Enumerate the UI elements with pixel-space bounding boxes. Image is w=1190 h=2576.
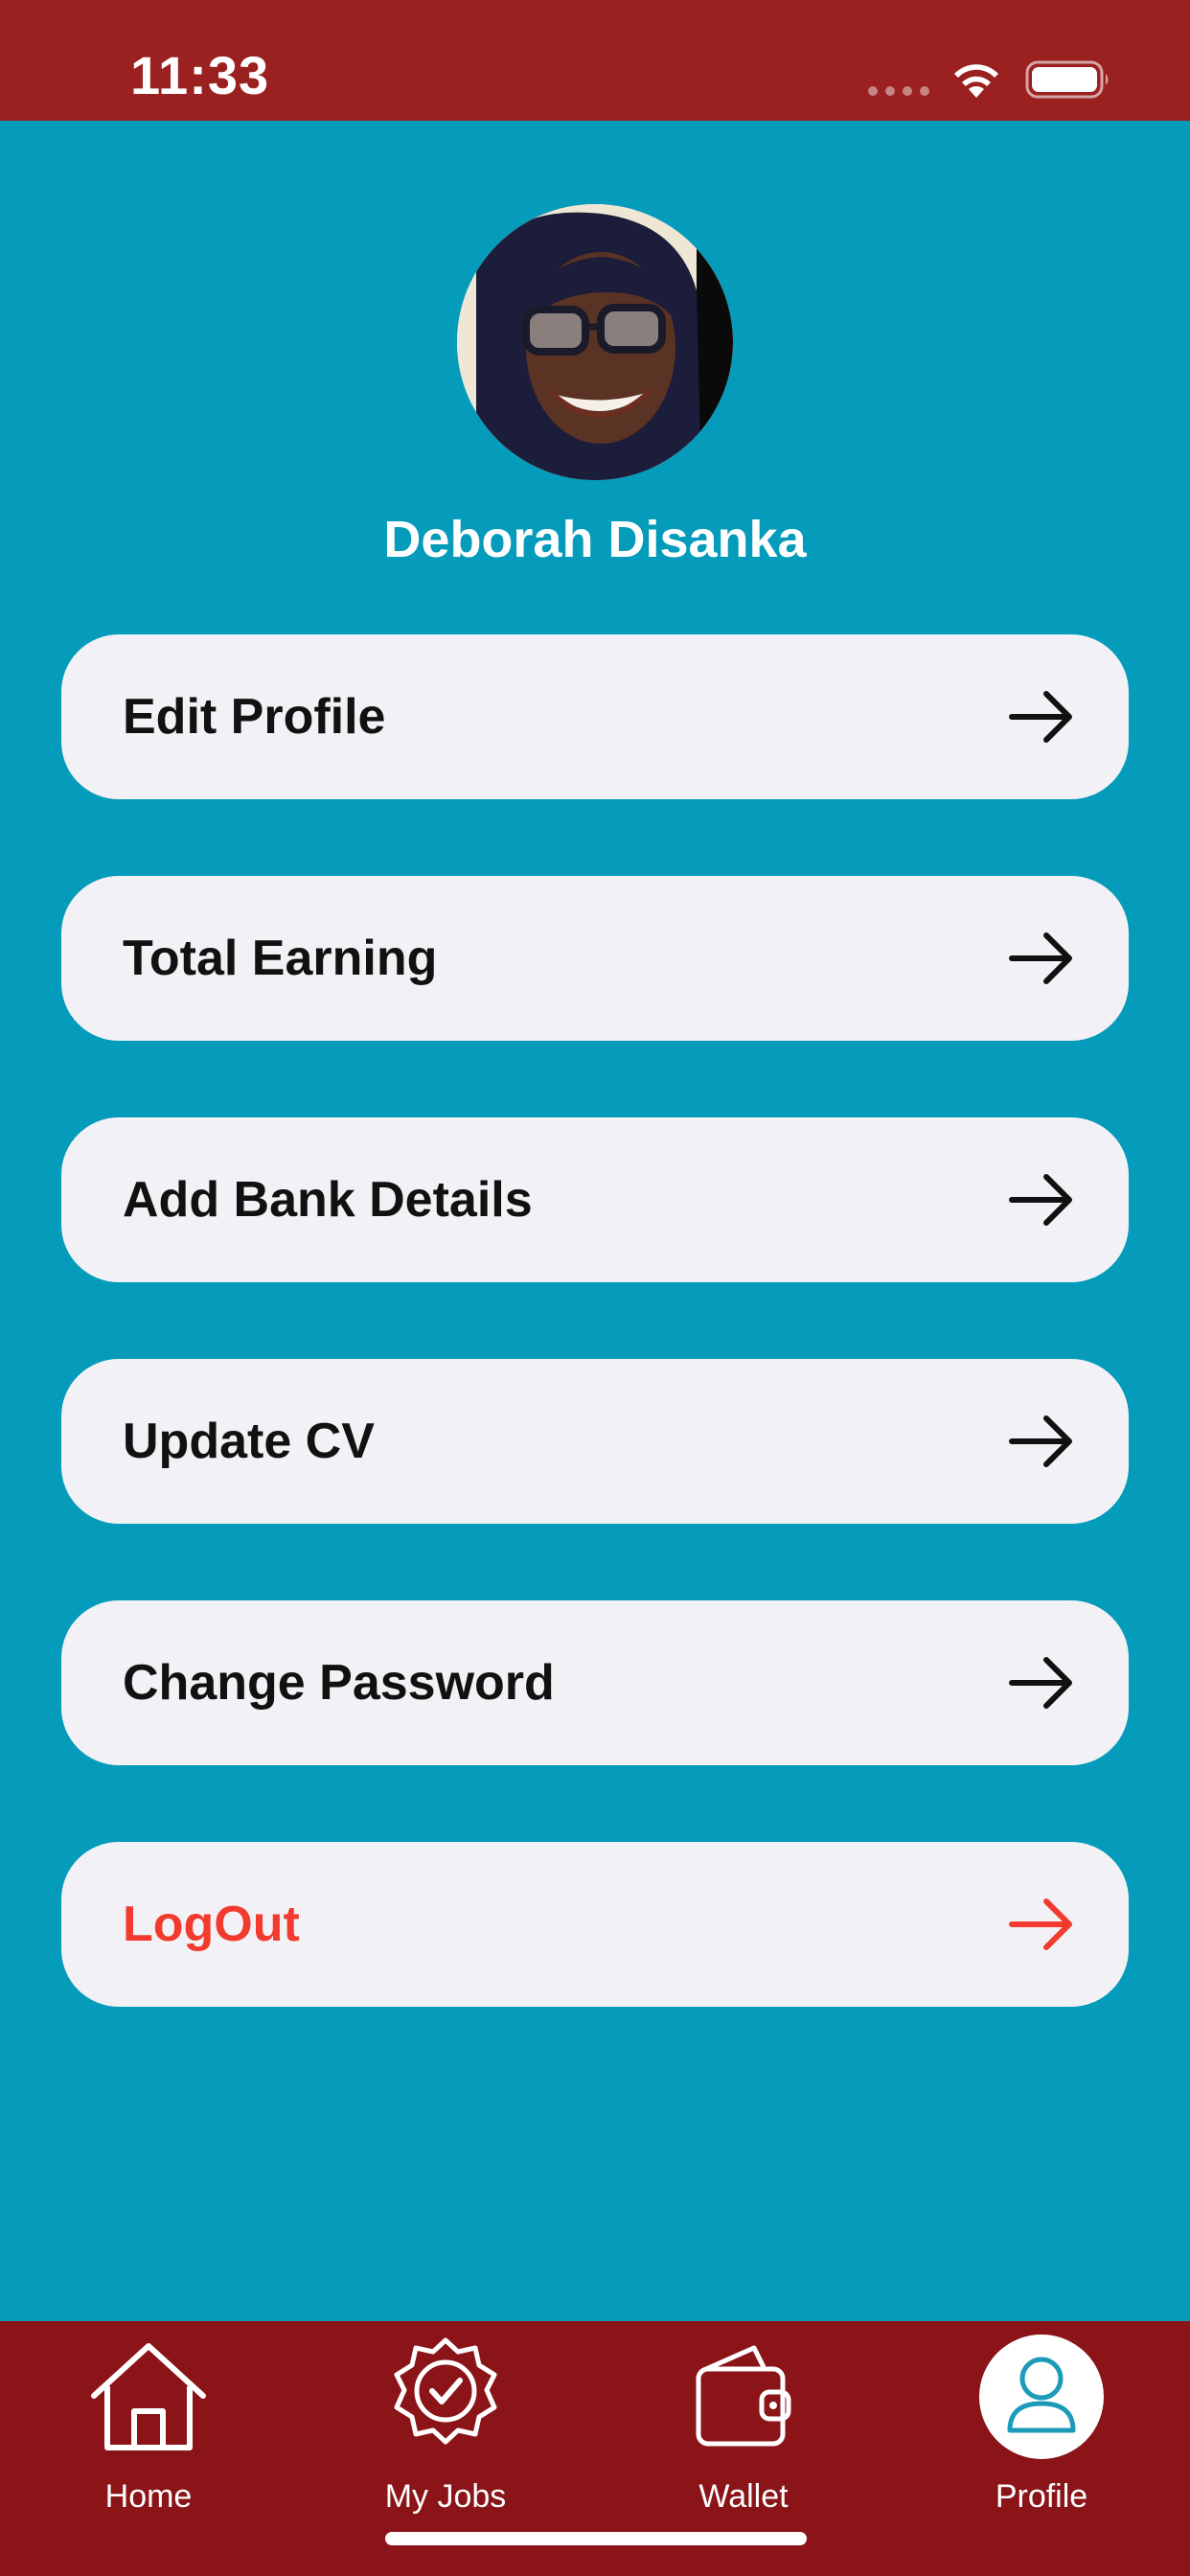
arrow-right-icon	[1009, 1657, 1072, 1709]
profile-screen: Deborah Disanka Edit Profile Total Earni…	[0, 121, 1190, 2321]
arrow-right-icon	[1009, 1898, 1072, 1950]
avatar[interactable]	[457, 204, 733, 480]
menu-item-label: Total Earning	[123, 931, 438, 986]
tab-profile[interactable]: Profile	[893, 2321, 1190, 2576]
battery-icon	[1025, 60, 1109, 99]
home-indicator[interactable]	[385, 2532, 807, 2545]
add-bank-details-button[interactable]: Add Bank Details	[61, 1117, 1129, 1282]
arrow-right-icon	[1009, 1174, 1072, 1226]
profile-menu: Edit Profile Total Earning Add Bank Deta…	[61, 634, 1129, 2083]
change-password-button[interactable]: Change Password	[61, 1600, 1129, 1765]
status-time: 11:33	[130, 45, 270, 105]
user-name: Deborah Disanka	[383, 511, 807, 568]
badge-check-icon	[383, 2334, 508, 2459]
tab-label: My Jobs	[384, 2478, 507, 2515]
menu-item-label: LogOut	[123, 1897, 300, 1952]
edit-profile-button[interactable]: Edit Profile	[61, 634, 1129, 799]
status-bar: 11:33	[0, 0, 1190, 121]
menu-item-label: Edit Profile	[123, 689, 386, 745]
cellular-signal-icon	[868, 86, 931, 96]
logout-button[interactable]: LogOut	[61, 1842, 1129, 2007]
tab-label: Home	[104, 2478, 193, 2515]
wallet-icon	[681, 2334, 806, 2459]
update-cv-button[interactable]: Update CV	[61, 1359, 1129, 1524]
tab-label: Wallet	[698, 2478, 789, 2515]
tab-label: Profile	[995, 2478, 1088, 2515]
menu-item-label: Add Bank Details	[123, 1172, 533, 1228]
menu-item-label: Update CV	[123, 1414, 375, 1469]
total-earning-button[interactable]: Total Earning	[61, 876, 1129, 1041]
menu-item-label: Change Password	[123, 1655, 555, 1711]
user-icon	[979, 2334, 1104, 2459]
arrow-right-icon	[1009, 932, 1072, 984]
arrow-right-icon	[1009, 691, 1072, 743]
avatar-image	[457, 204, 733, 480]
tab-home[interactable]: Home	[0, 2321, 297, 2576]
wifi-icon	[954, 64, 998, 98]
home-icon	[86, 2334, 211, 2459]
arrow-right-icon	[1009, 1415, 1072, 1467]
